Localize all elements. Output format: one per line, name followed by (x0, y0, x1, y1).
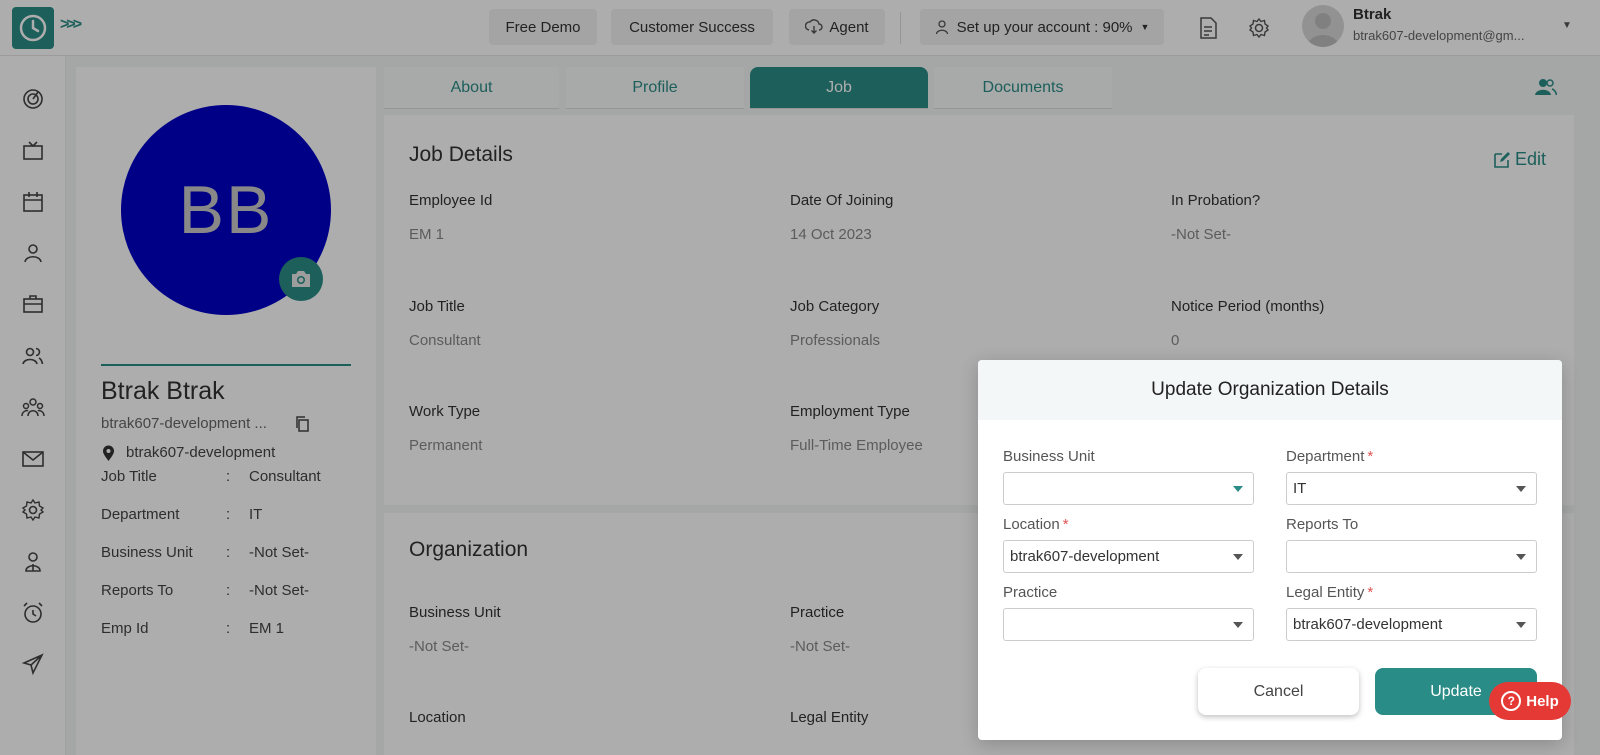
chevron-down-icon (1516, 622, 1526, 628)
chevron-down-icon (1233, 554, 1243, 560)
department-select[interactable]: IT (1286, 472, 1537, 505)
required-mark: * (1367, 448, 1374, 465)
department-label-text: Department (1286, 448, 1365, 465)
chevron-down-icon (1516, 486, 1526, 492)
cancel-button[interactable]: Cancel (1198, 668, 1359, 715)
location-select[interactable]: btrak607-development (1003, 540, 1254, 573)
practice-select[interactable] (1003, 608, 1254, 641)
modal-title: Update Organization Details (978, 360, 1562, 420)
help-icon: ? (1501, 691, 1522, 711)
department-value: IT (1293, 480, 1307, 497)
chevron-down-icon (1516, 554, 1526, 560)
reports-to-label-text: Reports To (1286, 516, 1359, 533)
department-label: Department * (1286, 448, 1373, 465)
legal-entity-value: btrak607-development (1293, 616, 1443, 633)
business-unit-label: Business Unit (1003, 448, 1095, 465)
help-label: Help (1526, 692, 1559, 710)
legal-entity-label: Legal Entity * (1286, 584, 1373, 601)
location-label: Location * (1003, 516, 1069, 533)
reports-to-label: Reports To (1286, 516, 1358, 533)
location-label-text: Location (1003, 516, 1060, 533)
required-mark: * (1367, 584, 1374, 601)
chevron-down-icon (1233, 486, 1243, 492)
legal-entity-select[interactable]: btrak607-development (1286, 608, 1537, 641)
practice-label: Practice (1003, 584, 1057, 601)
reports-to-select[interactable] (1286, 540, 1537, 573)
business-unit-label-text: Business Unit (1003, 448, 1095, 465)
business-unit-select[interactable] (1003, 472, 1254, 505)
practice-label-text: Practice (1003, 584, 1058, 601)
chevron-down-icon (1233, 622, 1243, 628)
update-organization-modal: Update Organization Details Business Uni… (978, 360, 1562, 740)
legal-entity-label-text: Legal Entity (1286, 584, 1365, 601)
help-button[interactable]: ? Help (1489, 682, 1571, 720)
required-mark: * (1062, 516, 1069, 533)
location-value: btrak607-development (1010, 548, 1160, 565)
